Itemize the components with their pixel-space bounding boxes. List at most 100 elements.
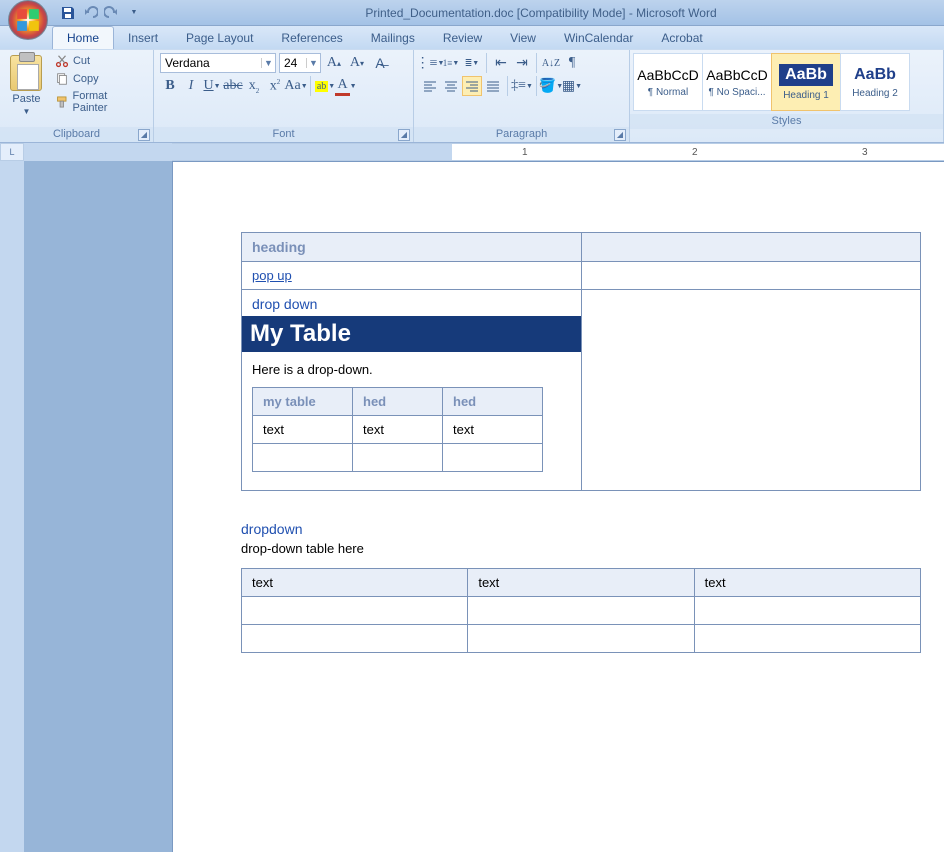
inner-table[interactable]: my table hed hed text text text <box>252 387 543 472</box>
popup-link[interactable]: pop up <box>252 268 292 283</box>
pilcrow-icon: ¶ <box>569 55 575 71</box>
shrink-font-button[interactable]: A▾ <box>347 53 367 73</box>
justify-button[interactable] <box>483 76 503 96</box>
highlight-icon: ab <box>315 81 328 92</box>
tab-insert[interactable]: Insert <box>114 27 172 49</box>
ruler-corner[interactable]: L <box>0 143 24 161</box>
second-table[interactable]: text text text <box>241 568 921 653</box>
inner-data-cell: text <box>353 416 443 444</box>
ribbon-tabs: Home Insert Page Layout References Maili… <box>0 26 944 49</box>
ruler-mark: 2 <box>692 147 698 158</box>
tab-wincalendar[interactable]: WinCalendar <box>550 27 647 49</box>
save-button[interactable] <box>60 5 76 21</box>
style-normal[interactable]: AaBbCcD ¶ Normal <box>633 53 703 111</box>
qat-customize[interactable]: ▼ <box>126 5 142 21</box>
group-label-clipboard: Clipboard◢ <box>0 127 153 142</box>
bold-button[interactable]: B <box>160 76 180 96</box>
group-label-font: Font◢ <box>154 127 413 142</box>
multilevel-button[interactable]: ≣▼ <box>462 53 482 73</box>
font-color-icon: A <box>335 77 349 96</box>
font-name-input[interactable] <box>161 54 261 72</box>
document-page[interactable]: heading pop up drop down My Table Here i… <box>172 161 944 852</box>
tab-review[interactable]: Review <box>429 27 496 49</box>
superscript-button[interactable]: x2 <box>265 76 285 96</box>
style-heading-2[interactable]: AaBb Heading 2 <box>840 53 910 111</box>
style-no-spacing[interactable]: AaBbCcD ¶ No Spaci... <box>702 53 772 111</box>
italic-button[interactable]: I <box>181 76 201 96</box>
increase-indent-button[interactable]: ⇥ <box>512 53 532 73</box>
group-clipboard: Paste ▼ Cut Copy Format Painter Clipboar… <box>0 50 154 142</box>
highlight-button[interactable]: ab▼ <box>315 76 335 96</box>
office-button[interactable] <box>8 0 48 40</box>
redo-button[interactable] <box>104 5 120 21</box>
clear-formatting-button[interactable]: A̶ <box>370 53 390 73</box>
align-left-button[interactable] <box>420 76 440 96</box>
subscript-button[interactable]: x2 <box>244 76 264 96</box>
change-case-button[interactable]: Aa▼ <box>286 76 306 96</box>
show-marks-button[interactable]: ¶ <box>562 53 582 73</box>
copy-button[interactable]: Copy <box>51 71 147 87</box>
multilevel-icon: ≣ <box>465 58 473 69</box>
chevron-down-icon[interactable]: ▼ <box>261 58 275 68</box>
style-preview: AaBbCcD <box>637 67 698 83</box>
vertical-ruler[interactable] <box>0 161 24 852</box>
align-center-button[interactable] <box>441 76 461 96</box>
format-painter-button[interactable]: Format Painter <box>51 89 147 115</box>
second-dropdown-title: dropdown <box>241 521 904 537</box>
chevron-down-icon[interactable]: ▼ <box>306 58 320 68</box>
paste-button[interactable]: Paste ▼ <box>6 53 47 118</box>
align-left-icon <box>423 79 437 93</box>
paste-icon <box>10 55 42 91</box>
style-heading-1[interactable]: AaBb Heading 1 <box>771 53 841 111</box>
tab-mailings[interactable]: Mailings <box>357 27 429 49</box>
sort-button[interactable]: A↓Z <box>541 53 561 73</box>
my-table-banner: My Table <box>242 316 581 352</box>
subscript-icon: x2 <box>249 78 260 95</box>
font-launcher[interactable]: ◢ <box>398 129 410 141</box>
group-styles: AaBbCcD ¶ Normal AaBbCcD ¶ No Spaci... A… <box>630 50 944 142</box>
font-size-input[interactable] <box>280 54 306 72</box>
font-name-combo[interactable]: ▼ <box>160 53 276 73</box>
strikethrough-button[interactable]: abc <box>223 76 243 96</box>
line-spacing-button[interactable]: ‡≡▼ <box>512 76 532 96</box>
undo-button[interactable] <box>82 5 98 21</box>
align-right-button[interactable] <box>462 76 482 96</box>
sort-icon: A↓Z <box>542 58 560 69</box>
paragraph-launcher[interactable]: ◢ <box>614 129 626 141</box>
bullets-button[interactable]: ⋮≡▼ <box>420 53 440 73</box>
shading-button[interactable]: 🪣▼ <box>541 76 561 96</box>
tab-home[interactable]: Home <box>52 26 114 49</box>
borders-icon: ▦ <box>562 78 575 95</box>
title-bar: ▼ Printed_Documentation.doc [Compatibili… <box>0 0 944 26</box>
group-font: ▼ ▼ A▴ A▾ A̶ B I U▼ abc x2 x2 <box>154 50 414 142</box>
cut-label: Cut <box>73 55 90 67</box>
inner-data-cell: text <box>443 416 543 444</box>
style-name-label: ¶ No Spaci... <box>708 87 765 98</box>
inner-header-cell: my table <box>253 388 353 416</box>
chevron-down-icon: ▼ <box>131 9 138 16</box>
tab-page-layout[interactable]: Page Layout <box>172 27 267 49</box>
underline-button[interactable]: U▼ <box>202 76 222 96</box>
font-color-button[interactable]: A▼ <box>336 76 356 96</box>
heading-cell: heading <box>252 239 306 255</box>
align-center-icon <box>444 79 458 93</box>
horizontal-ruler[interactable]: L 1 2 3 <box>0 143 944 161</box>
chevron-down-icon: ▼ <box>23 107 31 116</box>
style-name-label: Heading 2 <box>852 88 898 99</box>
cut-button[interactable]: Cut <box>51 53 147 69</box>
tab-references[interactable]: References <box>267 27 356 49</box>
second-dropdown-text: drop-down table here <box>241 541 904 556</box>
dropdown-title: drop down <box>242 296 581 312</box>
shading-icon: 🪣 <box>539 78 556 95</box>
grow-font-button[interactable]: A▴ <box>324 53 344 73</box>
numbering-button[interactable]: 1≡▼ <box>441 53 461 73</box>
font-size-combo[interactable]: ▼ <box>279 53 321 73</box>
main-document-table[interactable]: heading pop up drop down My Table Here i… <box>241 232 921 491</box>
decrease-indent-button[interactable]: ⇤ <box>491 53 511 73</box>
tab-acrobat[interactable]: Acrobat <box>647 27 716 49</box>
clipboard-launcher[interactable]: ◢ <box>138 129 150 141</box>
align-right-icon <box>465 79 479 93</box>
tab-view[interactable]: View <box>496 27 550 49</box>
borders-button[interactable]: ▦▼ <box>562 76 582 96</box>
inner-header-cell: hed <box>443 388 543 416</box>
